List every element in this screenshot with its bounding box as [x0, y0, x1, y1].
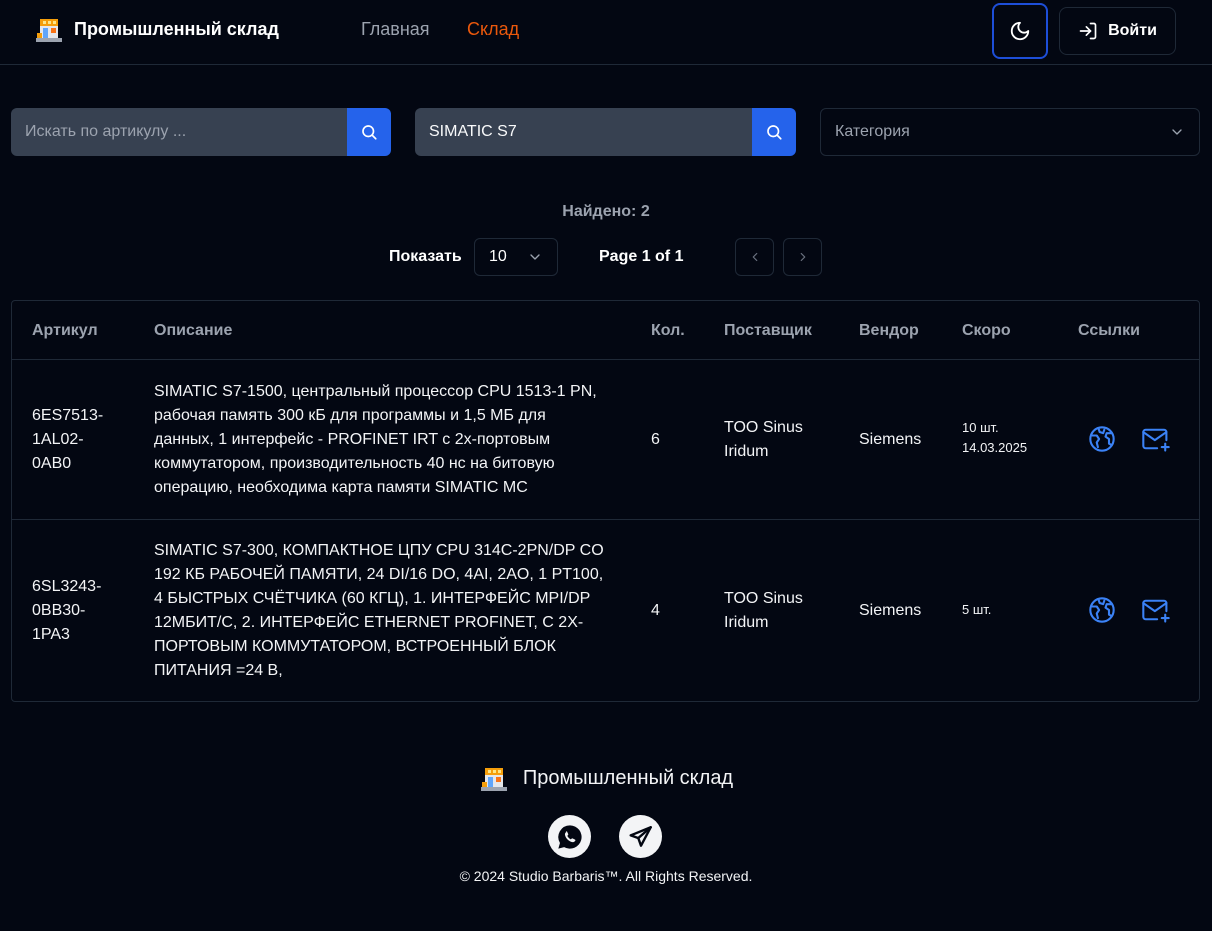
description-line: ПИТАНИЯ =24 В, — [154, 662, 283, 679]
table-row: 6SL3243- 0BB30- 1PA3 SIMATIC S7-300, КОМ… — [12, 520, 1199, 702]
page-size-value: 10 — [489, 248, 507, 265]
login-button[interactable]: Войти — [1059, 7, 1176, 55]
show-label: Показать — [389, 248, 462, 265]
article-search — [11, 108, 391, 156]
column-supplier: Поставщик — [724, 322, 812, 339]
article-line: 0BB30- — [32, 602, 86, 619]
copyright: © 2024 Studio Barbaris™. All Rights Rese… — [459, 868, 753, 884]
column-soon: Скоро — [962, 322, 1011, 339]
article-line: 0AB0 — [32, 455, 72, 472]
telegram-button[interactable] — [619, 815, 662, 858]
soon-line: 14.03.2025 — [962, 440, 1028, 455]
column-description: Описание — [154, 322, 233, 339]
products-table: Артикул Описание Кол. Поставщик Вендор С… — [11, 300, 1200, 702]
whatsapp-button[interactable] — [548, 815, 591, 858]
description-line: 12МБИТ/С, 2. ИНТЕРФЕЙС ETHERNET PROFINET… — [154, 614, 584, 631]
website-link-button[interactable] — [1087, 424, 1117, 454]
chevron-down-icon — [1172, 129, 1182, 135]
article-line: 1AL02- — [32, 431, 84, 448]
category-select-value: Категория — [835, 123, 910, 140]
table-row: 6ES7513- 1AL02- 0AB0 SIMATIC S7-1500, це… — [12, 360, 1199, 520]
column-article: Артикул — [32, 322, 98, 339]
search-icon — [362, 125, 377, 140]
article-cell: 6ES7513- 1AL02- 0AB0 — [32, 404, 132, 476]
article-line: 6ES7513- — [32, 407, 104, 424]
article-line: 6SL3243- — [32, 578, 102, 595]
mail-plus-icon — [1142, 599, 1170, 623]
article-search-button[interactable] — [347, 108, 391, 156]
found-count: Найдено: 2 — [562, 203, 650, 220]
page-size-select[interactable]: 10 — [474, 238, 558, 276]
description-line: рабочая память 300 кБ для программы и 1,… — [154, 407, 546, 424]
description-line: 4 БЫСТРЫХ СЧЁТЧИКА (60 КГЦ), 1. ИНТЕРФЕЙ… — [154, 590, 591, 607]
description-line: операцию, необходима карта памяти SIMATI… — [154, 479, 528, 496]
theme-toggle-button[interactable] — [992, 3, 1048, 59]
description-cell: SIMATIC S7-1500, центральный процессор C… — [154, 380, 634, 500]
article-cell: 6SL3243- 0BB30- 1PA3 — [32, 575, 132, 647]
supplier-line: Iridum — [724, 443, 769, 460]
login-label: Войти — [1108, 22, 1157, 39]
warehouse-logo-icon — [480, 768, 507, 791]
description-line: коммутатором, производительность 40 нс н… — [154, 455, 555, 472]
log-in-icon — [1079, 22, 1097, 40]
nav-stock-link[interactable]: Склад — [467, 19, 519, 40]
search-icon — [767, 125, 782, 140]
vendor-cell: Siemens — [859, 431, 922, 448]
description-cell: SIMATIC S7-300, КОМПАКТНОЕ ЦПУ CPU 314C-… — [154, 539, 634, 683]
supplier-line: Iridum — [724, 614, 769, 631]
globe-icon — [1089, 426, 1115, 452]
globe-icon — [1089, 597, 1115, 623]
text-search-button[interactable] — [752, 108, 796, 156]
article-line: 1PA3 — [32, 626, 70, 643]
qty-cell: 4 — [651, 602, 660, 619]
article-search-input[interactable] — [11, 108, 347, 156]
column-qty: Кол. — [651, 322, 685, 339]
description-line: 192 КБ РАБОЧЕЙ ПАМЯТИ, 24 DI/16 DO, 4AI,… — [154, 566, 604, 583]
prev-page-button[interactable] — [735, 238, 774, 276]
category-select[interactable]: Категория — [820, 108, 1200, 156]
vendor-cell: Siemens — [859, 602, 922, 619]
nav-home-link[interactable]: Главная — [361, 19, 430, 40]
moon-icon — [1010, 21, 1030, 41]
chevron-down-icon — [530, 254, 540, 260]
table-header: Артикул Описание Кол. Поставщик Вендор С… — [12, 301, 1199, 360]
page-info: Page 1 of 1 — [599, 248, 684, 265]
qty-cell: 6 — [651, 431, 660, 448]
text-search-input[interactable] — [415, 108, 752, 156]
column-vendor: Вендор — [859, 322, 919, 339]
soon-line: 10 шт. — [962, 420, 999, 435]
email-request-button[interactable] — [1141, 424, 1171, 454]
brand[interactable]: Промышленный склад — [34, 14, 279, 44]
footer-brand: Промышленный склад — [0, 763, 1212, 793]
description-line: SIMATIC S7-300, КОМПАКТНОЕ ЦПУ CPU 314C-… — [154, 542, 604, 559]
supplier-cell: TOO Sinus Iridum — [724, 587, 844, 635]
whatsapp-icon — [557, 824, 582, 849]
chevron-left-icon — [752, 252, 757, 262]
site-header: Промышленный склад Главная Склад Войти — [0, 0, 1212, 65]
next-page-button[interactable] — [783, 238, 822, 276]
telegram-icon — [629, 825, 652, 847]
column-links: Ссылки — [1078, 322, 1140, 339]
supplier-cell: TOO Sinus Iridum — [724, 416, 844, 464]
soon-cell: 10 шт. 14.03.2025 — [962, 418, 1062, 458]
text-search — [415, 108, 796, 156]
description-line: данных, 1 интерфейс - PROFINET IRT с 2х-… — [154, 431, 551, 448]
supplier-line: TOO Sinus — [724, 419, 803, 436]
chevron-right-icon — [800, 252, 805, 262]
email-request-button[interactable] — [1141, 595, 1171, 625]
description-line: ПОРТОВЫМ КОММУТАТОРОМ, ВСТРОЕННЫЙ БЛОК — [154, 638, 556, 655]
warehouse-logo-icon — [36, 19, 62, 42]
description-line: SIMATIC S7-1500, центральный процессор C… — [154, 383, 597, 400]
brand-name: Промышленный склад — [74, 18, 279, 39]
supplier-line: TOO Sinus — [724, 590, 803, 607]
soon-line: 5 шт. — [962, 602, 992, 617]
mail-plus-icon — [1142, 428, 1170, 452]
soon-cell: 5 шт. — [962, 600, 1062, 620]
website-link-button[interactable] — [1087, 595, 1117, 625]
footer-brand-name: Промышленный склад — [522, 766, 734, 789]
